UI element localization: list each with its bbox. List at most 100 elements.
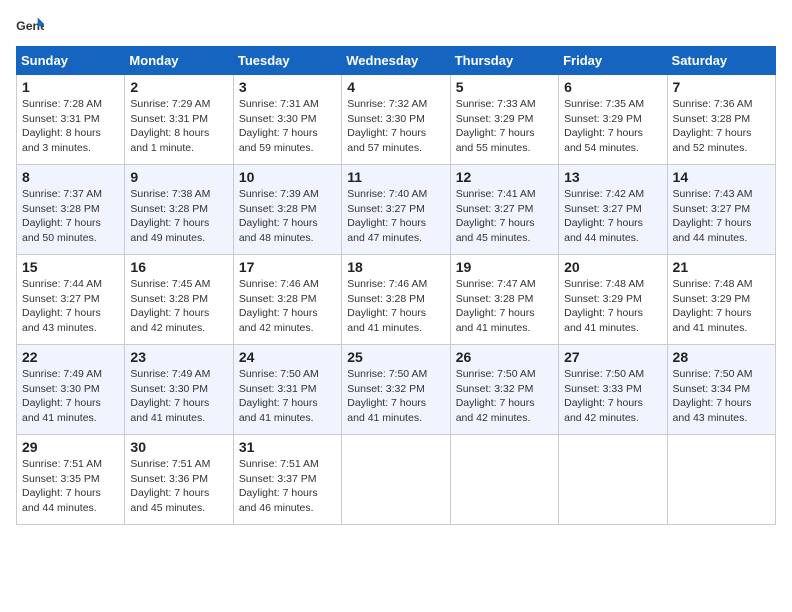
day-info: Sunrise: 7:37 AMSunset: 3:28 PMDaylight:…	[22, 187, 119, 246]
day-info: Sunrise: 7:51 AMSunset: 3:36 PMDaylight:…	[130, 457, 227, 516]
day-number: 28	[673, 349, 770, 365]
calendar-day-27: 27 Sunrise: 7:50 AMSunset: 3:33 PMDayligh…	[559, 345, 667, 435]
day-info: Sunrise: 7:41 AMSunset: 3:27 PMDaylight:…	[456, 187, 553, 246]
day-number: 8	[22, 169, 119, 185]
day-info: Sunrise: 7:46 AMSunset: 3:28 PMDaylight:…	[239, 277, 336, 336]
day-info: Sunrise: 7:38 AMSunset: 3:28 PMDaylight:…	[130, 187, 227, 246]
calendar-day-25: 25Sunrise: 7:50 AMSunset: 3:32 PMDayligh…	[342, 345, 450, 435]
day-number: 1	[22, 79, 119, 95]
day-info: Sunrise: 7:29 AMSunset: 3:31 PMDaylight:…	[130, 97, 227, 156]
calendar-day-21: 21Sunrise: 7:48 AMSunset: 3:29 PMDayligh…	[667, 255, 775, 345]
calendar-day-11: 11 Sunrise: 7:40 AMSunset: 3:27 PMDayligh…	[342, 165, 450, 255]
weekday-header-sunday: Sunday	[17, 47, 125, 75]
day-number: 27	[564, 349, 661, 365]
day-number: 23	[130, 349, 227, 365]
day-info: Sunrise: 7:50 AMSunset: 3:34 PMDaylight:…	[673, 367, 770, 426]
weekday-header-thursday: Thursday	[450, 47, 558, 75]
calendar-day-18: 18 Sunrise: 7:46 AMSunset: 3:28 PMDayligh…	[342, 255, 450, 345]
weekday-header-friday: Friday	[559, 47, 667, 75]
calendar-day-28: 28 Sunrise: 7:50 AMSunset: 3:34 PMDayligh…	[667, 345, 775, 435]
day-info: Sunrise: 7:50 AMSunset: 3:31 PMDaylight:…	[239, 367, 336, 426]
calendar-week-4: 22 Sunrise: 7:49 AMSunset: 3:30 PMDayligh…	[17, 345, 776, 435]
calendar-day-31: 31 Sunrise: 7:51 AMSunset: 3:37 PMDayligh…	[233, 435, 341, 525]
calendar-day-6: 6 Sunrise: 7:35 AMSunset: 3:29 PMDaylight…	[559, 75, 667, 165]
day-info: Sunrise: 7:36 AMSunset: 3:28 PMDaylight:…	[673, 97, 770, 156]
header: General	[16, 16, 776, 36]
weekday-header-wednesday: Wednesday	[342, 47, 450, 75]
day-number: 13	[564, 169, 661, 185]
day-info: Sunrise: 7:50 AMSunset: 3:32 PMDaylight:…	[347, 367, 444, 426]
day-info: Sunrise: 7:44 AMSunset: 3:27 PMDaylight:…	[22, 277, 119, 336]
day-info: Sunrise: 7:35 AMSunset: 3:29 PMDaylight:…	[564, 97, 661, 156]
day-info: Sunrise: 7:46 AMSunset: 3:28 PMDaylight:…	[347, 277, 444, 336]
day-info: Sunrise: 7:48 AMSunset: 3:29 PMDaylight:…	[564, 277, 661, 336]
day-info: Sunrise: 7:49 AMSunset: 3:30 PMDaylight:…	[130, 367, 227, 426]
day-number: 14	[673, 169, 770, 185]
calendar-week-2: 8 Sunrise: 7:37 AMSunset: 3:28 PMDaylight…	[17, 165, 776, 255]
day-info: Sunrise: 7:42 AMSunset: 3:27 PMDaylight:…	[564, 187, 661, 246]
day-number: 9	[130, 169, 227, 185]
calendar-day-13: 13 Sunrise: 7:42 AMSunset: 3:27 PMDayligh…	[559, 165, 667, 255]
calendar-day-22: 22Sunrise: 7:49 AMSunset: 3:30 PMDayligh…	[17, 345, 125, 435]
calendar-table: SundayMondayTuesdayWednesdayThursdayFrid…	[16, 46, 776, 525]
calendar-week-3: 15 Sunrise: 7:44 AMSunset: 3:27 PMDayligh…	[17, 255, 776, 345]
day-number: 22	[22, 349, 119, 365]
calendar-week-5: 29 Sunrise: 7:51 AMSunset: 3:35 PMDayligh…	[17, 435, 776, 525]
calendar-day-14: 14 Sunrise: 7:43 AMSunset: 3:27 PMDayligh…	[667, 165, 775, 255]
day-info: Sunrise: 7:32 AMSunset: 3:30 PMDaylight:…	[347, 97, 444, 156]
calendar-day-10: 10 Sunrise: 7:39 AMSunset: 3:28 PMDayligh…	[233, 165, 341, 255]
calendar-day-16: 16Sunrise: 7:45 AMSunset: 3:28 PMDayligh…	[125, 255, 233, 345]
calendar-day-7: 7Sunrise: 7:36 AMSunset: 3:28 PMDaylight…	[667, 75, 775, 165]
weekday-header-monday: Monday	[125, 47, 233, 75]
calendar-day-20: 20 Sunrise: 7:48 AMSunset: 3:29 PMDayligh…	[559, 255, 667, 345]
day-number: 6	[564, 79, 661, 95]
day-info: Sunrise: 7:47 AMSunset: 3:28 PMDaylight:…	[456, 277, 553, 336]
day-number: 31	[239, 439, 336, 455]
day-number: 5	[456, 79, 553, 95]
calendar-day-26: 26 Sunrise: 7:50 AMSunset: 3:32 PMDayligh…	[450, 345, 558, 435]
logo: General	[16, 16, 48, 36]
day-info: Sunrise: 7:39 AMSunset: 3:28 PMDaylight:…	[239, 187, 336, 246]
calendar-day-5: 5 Sunrise: 7:33 AMSunset: 3:29 PMDaylight…	[450, 75, 558, 165]
day-number: 3	[239, 79, 336, 95]
calendar-day-3: 3 Sunrise: 7:31 AMSunset: 3:30 PMDaylight…	[233, 75, 341, 165]
calendar-day-15: 15 Sunrise: 7:44 AMSunset: 3:27 PMDayligh…	[17, 255, 125, 345]
day-info: Sunrise: 7:31 AMSunset: 3:30 PMDaylight:…	[239, 97, 336, 156]
day-info: Sunrise: 7:43 AMSunset: 3:27 PMDaylight:…	[673, 187, 770, 246]
day-info: Sunrise: 7:33 AMSunset: 3:29 PMDaylight:…	[456, 97, 553, 156]
day-info: Sunrise: 7:50 AMSunset: 3:32 PMDaylight:…	[456, 367, 553, 426]
day-info: Sunrise: 7:50 AMSunset: 3:33 PMDaylight:…	[564, 367, 661, 426]
day-number: 16	[130, 259, 227, 275]
day-number: 10	[239, 169, 336, 185]
day-number: 2	[130, 79, 227, 95]
day-number: 4	[347, 79, 444, 95]
day-number: 11	[347, 169, 444, 185]
weekday-header-saturday: Saturday	[667, 47, 775, 75]
calendar-day-4: 4 Sunrise: 7:32 AMSunset: 3:30 PMDaylight…	[342, 75, 450, 165]
empty-cell	[450, 435, 558, 525]
day-number: 17	[239, 259, 336, 275]
calendar-day-12: 12Sunrise: 7:41 AMSunset: 3:27 PMDayligh…	[450, 165, 558, 255]
calendar-day-23: 23 Sunrise: 7:49 AMSunset: 3:30 PMDayligh…	[125, 345, 233, 435]
day-number: 20	[564, 259, 661, 275]
calendar-day-24: 24Sunrise: 7:50 AMSunset: 3:31 PMDayligh…	[233, 345, 341, 435]
logo-icon: General	[16, 16, 44, 36]
calendar-day-2: 2 Sunrise: 7:29 AMSunset: 3:31 PMDaylight…	[125, 75, 233, 165]
day-info: Sunrise: 7:28 AMSunset: 3:31 PMDaylight:…	[22, 97, 119, 156]
calendar-day-9: 9 Sunrise: 7:38 AMSunset: 3:28 PMDaylight…	[125, 165, 233, 255]
day-number: 30	[130, 439, 227, 455]
calendar-week-1: 1 Sunrise: 7:28 AMSunset: 3:31 PMDaylight…	[17, 75, 776, 165]
day-number: 21	[673, 259, 770, 275]
calendar-day-17: 17 Sunrise: 7:46 AMSunset: 3:28 PMDayligh…	[233, 255, 341, 345]
day-number: 26	[456, 349, 553, 365]
empty-cell	[559, 435, 667, 525]
day-number: 18	[347, 259, 444, 275]
day-info: Sunrise: 7:51 AMSunset: 3:35 PMDaylight:…	[22, 457, 119, 516]
day-info: Sunrise: 7:51 AMSunset: 3:37 PMDaylight:…	[239, 457, 336, 516]
day-number: 29	[22, 439, 119, 455]
day-info: Sunrise: 7:40 AMSunset: 3:27 PMDaylight:…	[347, 187, 444, 246]
day-number: 15	[22, 259, 119, 275]
calendar-day-1: 1 Sunrise: 7:28 AMSunset: 3:31 PMDaylight…	[17, 75, 125, 165]
calendar-day-30: 30 Sunrise: 7:51 AMSunset: 3:36 PMDayligh…	[125, 435, 233, 525]
day-number: 19	[456, 259, 553, 275]
